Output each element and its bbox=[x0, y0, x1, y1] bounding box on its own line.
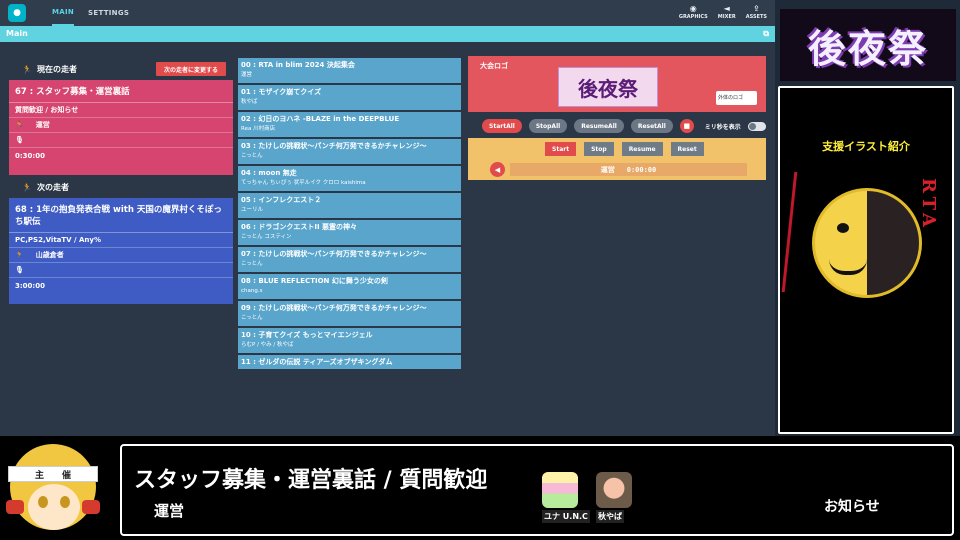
graphics-label: GRAPHICS bbox=[678, 14, 708, 20]
fan-illustration bbox=[812, 188, 922, 298]
list-item[interactable]: 11 : ゼルダの伝説 ティアーズオブザキングダム bbox=[238, 355, 461, 369]
current-run-estimate: 0:30:00 bbox=[15, 151, 45, 160]
tab-main[interactable]: MAIN bbox=[52, 0, 75, 26]
speaker-icon[interactable]: ◀ bbox=[490, 162, 505, 177]
next-runner-heading: 🏃 次の走者 bbox=[22, 182, 69, 193]
current-run-runner-row: 🏃 運営 bbox=[9, 118, 233, 133]
next-run-commentator-row: 🎙 bbox=[9, 263, 233, 278]
event-logo-label: 大会ロゴ bbox=[480, 62, 508, 70]
list-item[interactable]: 00 : RTA in blim 2024 決起集会 運営 bbox=[238, 58, 461, 83]
ticker-runner: 運営 bbox=[154, 502, 185, 520]
now-playing-ticker: スタッフ募集・運営裏話 / 質問歓迎 運営 ユナ U.N.C 秋やば お知らせ bbox=[120, 444, 954, 536]
microphone-icon: 🎙 bbox=[15, 266, 24, 274]
timer-buttons: Start Stop Resume Reset bbox=[545, 142, 704, 156]
running-person-icon: 🏃 bbox=[15, 251, 24, 259]
list-item[interactable]: 04 : moon 無走 てっちゃん ちぃぴぅ 状平ルイク クロロ kaishim… bbox=[238, 166, 461, 191]
next-run-runner: 山歳倉者 bbox=[35, 251, 64, 259]
tab-settings[interactable]: SETTINGS bbox=[88, 0, 129, 26]
scribble-decoration bbox=[781, 172, 815, 292]
avatar-name: 秋やば bbox=[596, 510, 624, 523]
app-root: ● MAIN SETTINGS ◉ GRAPHICS ◄ MIXER ⇪ ASS… bbox=[0, 0, 960, 540]
upload-icon: ⇪ bbox=[753, 4, 760, 13]
illustration-title: 支援イラスト紹介 bbox=[822, 140, 910, 153]
stop-all-button[interactable]: StopAll bbox=[528, 119, 568, 133]
start-button[interactable]: Start bbox=[545, 142, 577, 156]
main-panel-title: Main bbox=[6, 29, 28, 38]
ticker-notice: お知らせ bbox=[824, 499, 880, 515]
list-item[interactable]: 07 : たけしの挑戦状～パンチ何万発できるかチャレンジ～ こっとん bbox=[238, 247, 461, 272]
current-runner-heading-text: 現在の走者 bbox=[36, 65, 77, 74]
current-run-title: 67 : スタッフ募集・運営裏話 bbox=[9, 80, 233, 103]
list-item[interactable]: 05 : インフレクエスト２ ユーリル bbox=[238, 193, 461, 218]
timer-controls-all: StartAll StopAll ResumeAll ResetAll ■ ミリ… bbox=[482, 119, 766, 133]
list-item[interactable]: 08 : BLUE REFLECTION 幻に舞う少女の剣 chang.s bbox=[238, 274, 461, 299]
illustration-panel: 支援イラスト紹介 RTA bbox=[778, 86, 954, 434]
speaker-icon: ◄ bbox=[723, 4, 730, 13]
mascot-image: 主 催 bbox=[6, 440, 102, 536]
start-all-button[interactable]: StartAll bbox=[482, 119, 522, 133]
controller-logo-icon[interactable]: ● bbox=[8, 4, 26, 22]
ticker-title: スタッフ募集・運営裏話 / 質問歓迎 bbox=[134, 468, 488, 493]
timer-runner-name: 運営 bbox=[600, 165, 615, 174]
graphics-button[interactable]: ◉ GRAPHICS bbox=[679, 4, 708, 20]
next-run-runner-row: 🏃 山歳倉者 bbox=[9, 248, 233, 263]
current-run-commentator-row: 🎙 bbox=[9, 133, 233, 148]
avatar-name: ユナ U.N.C bbox=[542, 510, 590, 523]
next-run-estimate: 3:00:00 bbox=[15, 281, 45, 290]
avatar bbox=[542, 472, 578, 508]
show-ms-toggle[interactable] bbox=[747, 121, 766, 131]
list-item[interactable]: 06 : ドラゴンクエストII 悪霊の神々 こっとん コスティン bbox=[238, 220, 461, 245]
lock-icon[interactable]: ■ bbox=[679, 119, 694, 133]
show-ms-label: ミリ秒を表示 bbox=[704, 123, 741, 131]
list-item[interactable]: 02 : 幻日のヨハネ -BLAZE in the DEEPBLUE Rea 川村… bbox=[238, 112, 461, 137]
timer-value: 0:00:00 bbox=[626, 165, 657, 174]
resume-all-button[interactable]: ResumeAll bbox=[574, 119, 624, 133]
next-runner-card: 68 : 1年の抱負発表合戦 with 天国の魔界村くそぽっち駅伝 PC,PS2… bbox=[9, 198, 233, 304]
timer-panel: Start Stop Resume Reset ◀ 運営 0:00:00 bbox=[468, 138, 766, 180]
stop-button[interactable]: Stop bbox=[584, 142, 614, 156]
top-navigation-bar: ● MAIN SETTINGS ◉ GRAPHICS ◄ MIXER ⇪ ASS… bbox=[0, 0, 775, 26]
resume-button[interactable]: Resume bbox=[621, 142, 663, 156]
avatar bbox=[596, 472, 632, 508]
next-runner-heading-text: 次の走者 bbox=[36, 183, 69, 192]
running-person-icon: 🏃 bbox=[15, 121, 24, 129]
illustration-rta-text: RTA bbox=[918, 178, 939, 232]
mixer-button[interactable]: ◄ MIXER bbox=[718, 4, 736, 20]
current-run-category: 質問歓迎 / お知らせ bbox=[9, 103, 233, 118]
next-run-title: 68 : 1年の抱負発表合戦 with 天国の魔界村くそぽっち駅伝 bbox=[9, 198, 233, 233]
running-person-icon: 🏃 bbox=[22, 183, 32, 192]
next-runner-button[interactable]: 次の走者に変更する bbox=[156, 62, 226, 76]
current-runner-heading: 🏃 現在の走者 bbox=[22, 64, 77, 75]
next-run-category: PC,PS2,VitaTV / Any% bbox=[9, 233, 233, 248]
current-runner-card: 67 : スタッフ募集・運営裏話 質問歓迎 / お知らせ 🏃 運営 🎙 0:30… bbox=[9, 80, 233, 175]
assets-label: ASSETS bbox=[745, 14, 767, 20]
list-item[interactable]: 10 : 子育てクイズ もっとマイエンジェル らむP / やみ / 秋やば bbox=[238, 328, 461, 353]
assets-button[interactable]: ⇪ ASSETS bbox=[746, 4, 767, 20]
logo-select[interactable]: 外体のロゴ bbox=[716, 91, 757, 105]
current-run-runner: 運営 bbox=[35, 121, 50, 129]
reset-all-button[interactable]: ResetAll bbox=[630, 119, 673, 133]
banner-logo: 後夜祭 bbox=[780, 9, 956, 81]
list-item[interactable]: 09 : たけしの挑戦状～パンチ何万発できるかチャレンジ～ こっとん bbox=[238, 301, 461, 326]
event-logo-image: 後夜祭 bbox=[558, 67, 658, 107]
running-person-icon: 🏃 bbox=[22, 65, 32, 74]
run-list: 00 : RTA in blim 2024 決起集会 運営 01 : モザイク崩て… bbox=[238, 58, 461, 371]
eye-icon: ◉ bbox=[689, 4, 697, 13]
list-item[interactable]: 03 : たけしの挑戦状～パンチ何万発できるかチャレンジ～ こっとん bbox=[238, 139, 461, 164]
mixer-label: MIXER bbox=[717, 14, 736, 20]
main-panel-header: Main ⧉ bbox=[0, 26, 775, 42]
toolbar-right: ◉ GRAPHICS ◄ MIXER ⇪ ASSETS bbox=[679, 4, 767, 20]
list-item[interactable]: 01 : モザイク崩てクイズ 秋やば bbox=[238, 85, 461, 110]
mascot-headband: 主 催 bbox=[8, 466, 98, 482]
runner-timer-bar: 運営 0:00:00 bbox=[510, 163, 747, 176]
popout-icon[interactable]: ⧉ bbox=[763, 26, 769, 42]
microphone-icon: 🎙 bbox=[15, 136, 24, 144]
reset-button[interactable]: Reset bbox=[670, 142, 704, 156]
